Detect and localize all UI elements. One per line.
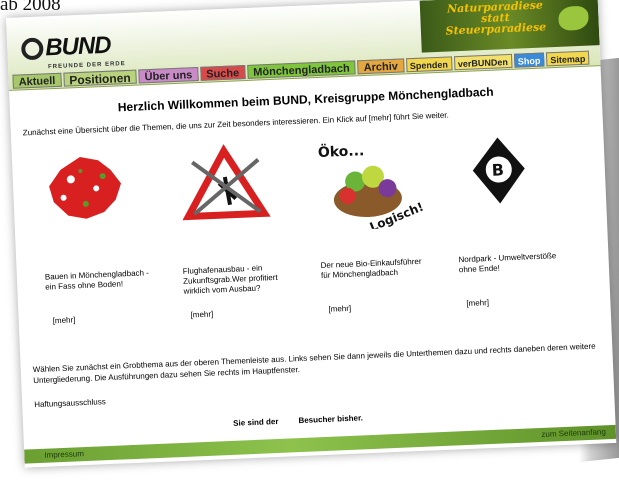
tab-suche[interactable]: Suche xyxy=(199,65,246,81)
tab-shop[interactable]: Shop xyxy=(513,52,545,68)
impressum-link[interactable]: Impressum xyxy=(44,449,84,460)
more-link[interactable]: [mehr] xyxy=(53,311,185,325)
topic-item-bio: Öko... Logisch! Der neue Bio-Einkaufsfüh… xyxy=(315,133,460,314)
visitor-text-b: Besucher bisher. xyxy=(298,413,364,426)
bund-page: BUND FREUNDE DER ERDE Naturparadiese sta… xyxy=(6,0,617,468)
topic-item-nordpark: B Nordpark - Umweltverstöße ohne Ende! [… xyxy=(453,128,598,309)
topic-desc: Der neue Bio-Einkaufsführer für Möncheng… xyxy=(320,256,422,281)
banner-text: Naturparadiese statt Steuerparadiese xyxy=(430,0,561,38)
topic-list: Bauen in Mönchengladbach - ein Fass ohne… xyxy=(24,128,599,327)
topic-desc: Nordpark - Umweltverstöße ohne Ende! xyxy=(458,251,557,275)
svg-text:B: B xyxy=(491,160,504,179)
back-to-top-link[interactable]: zum Seitenanfang xyxy=(541,427,606,439)
tab-aktuell[interactable]: Aktuell xyxy=(12,72,62,89)
tab-verbunden[interactable]: verBUNDen xyxy=(453,53,513,71)
organic-basket-image[interactable]: Öko... Logisch! xyxy=(315,135,426,234)
tab-positionen[interactable]: Positionen xyxy=(63,69,137,87)
visitor-text-a: Sie sind der xyxy=(232,416,279,428)
main-content: Herzlich Willkommen beim BUND, Kreisgrup… xyxy=(9,66,614,416)
tab-moenchengladbach[interactable]: Mönchengladbach xyxy=(246,60,356,79)
topic-item-flughafen: Flughafenausbau - ein Zukunftsgrab.Wer p… xyxy=(177,139,322,320)
topic-desc: Bauen in Mönchengladbach - ein Fass ohne… xyxy=(44,268,150,292)
airplane-warning-sign-icon[interactable] xyxy=(177,141,273,237)
more-link[interactable]: [mehr] xyxy=(328,299,460,314)
more-link[interactable]: [mehr] xyxy=(190,305,322,320)
topic-item-bauen: Bauen in Mönchengladbach - ein Fass ohne… xyxy=(40,145,185,326)
footer: Impressum zum Seitenanfang xyxy=(24,424,617,464)
logo[interactable]: BUND xyxy=(20,31,112,64)
tab-spenden[interactable]: Spenden xyxy=(405,56,453,73)
tab-sitemap[interactable]: Sitemap xyxy=(545,50,590,67)
frog-icon xyxy=(558,5,589,31)
logo-ring-icon xyxy=(20,37,44,61)
topic-desc: Flughafenausbau - ein Zukunftsgrab.Wer p… xyxy=(182,263,278,296)
borussia-logo-icon[interactable]: B xyxy=(453,130,549,226)
tab-archiv[interactable]: Archiv xyxy=(357,58,405,75)
tab-ueber-uns[interactable]: Über uns xyxy=(138,67,199,84)
visitor-counter: Sie sind der Besucher bisher. xyxy=(233,413,363,427)
banner: Naturparadiese statt Steuerparadiese xyxy=(419,0,600,53)
oeko-label: Öko... xyxy=(318,141,365,161)
caption: ab 2008 xyxy=(0,0,61,15)
logo-text: BUND xyxy=(44,31,112,62)
city-map-image[interactable] xyxy=(40,147,136,243)
more-link[interactable]: [mehr] xyxy=(466,293,598,308)
